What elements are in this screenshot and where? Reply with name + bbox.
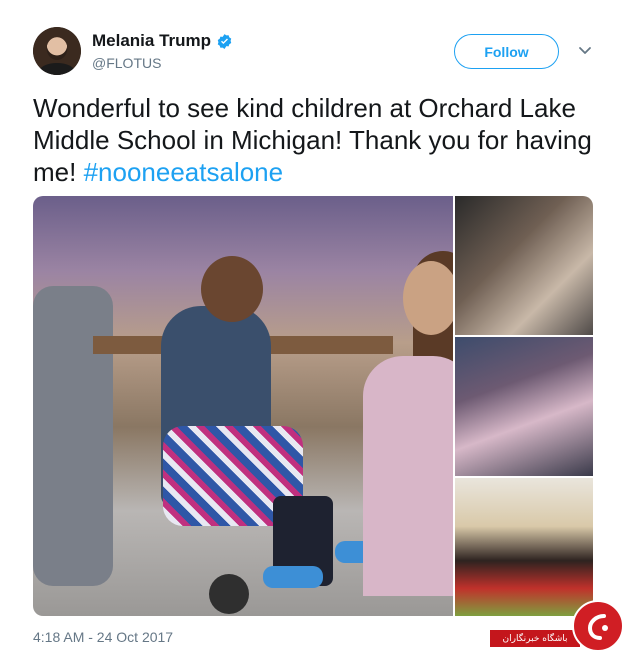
chevron-down-icon[interactable]: [577, 42, 593, 58]
watermark-swirl-icon: [587, 614, 608, 640]
avatar-shoulders: [39, 63, 75, 75]
photo-thumbnail-1[interactable]: [455, 196, 593, 335]
timestamp[interactable]: 4:18 AM - 24 Oct 2017: [33, 629, 173, 645]
photo-thumbnail-3[interactable]: [455, 478, 593, 616]
photo-figure: [33, 286, 113, 586]
hashtag-link[interactable]: #nooneeatsalone: [84, 157, 284, 187]
watermark-emblem-icon: [572, 600, 624, 652]
avatar[interactable]: [33, 27, 81, 75]
follow-button[interactable]: Follow: [454, 34, 559, 69]
watermark-logo: باشگاه خبرنگاران: [490, 600, 627, 653]
photo-stool: [209, 574, 249, 614]
tweet-card: Melania Trump @FLOTUS Follow Wonderful t…: [0, 0, 627, 653]
display-name[interactable]: Melania Trump: [92, 31, 211, 51]
name-row: Melania Trump: [92, 31, 233, 51]
photo-shoe: [263, 566, 323, 588]
media-grid: [33, 196, 593, 616]
verified-badge-icon: [217, 33, 232, 49]
photo-thumbnail-2[interactable]: [455, 337, 593, 476]
photo-figure: [363, 356, 453, 596]
handle[interactable]: @FLOTUS: [92, 55, 161, 71]
photo-figure: [201, 256, 263, 322]
watermark-text: باشگاه خبرنگاران: [490, 630, 580, 647]
photo-figure: [403, 261, 453, 335]
photo-main[interactable]: [33, 196, 453, 616]
tweet-text: Wonderful to see kind children at Orchar…: [33, 92, 603, 188]
